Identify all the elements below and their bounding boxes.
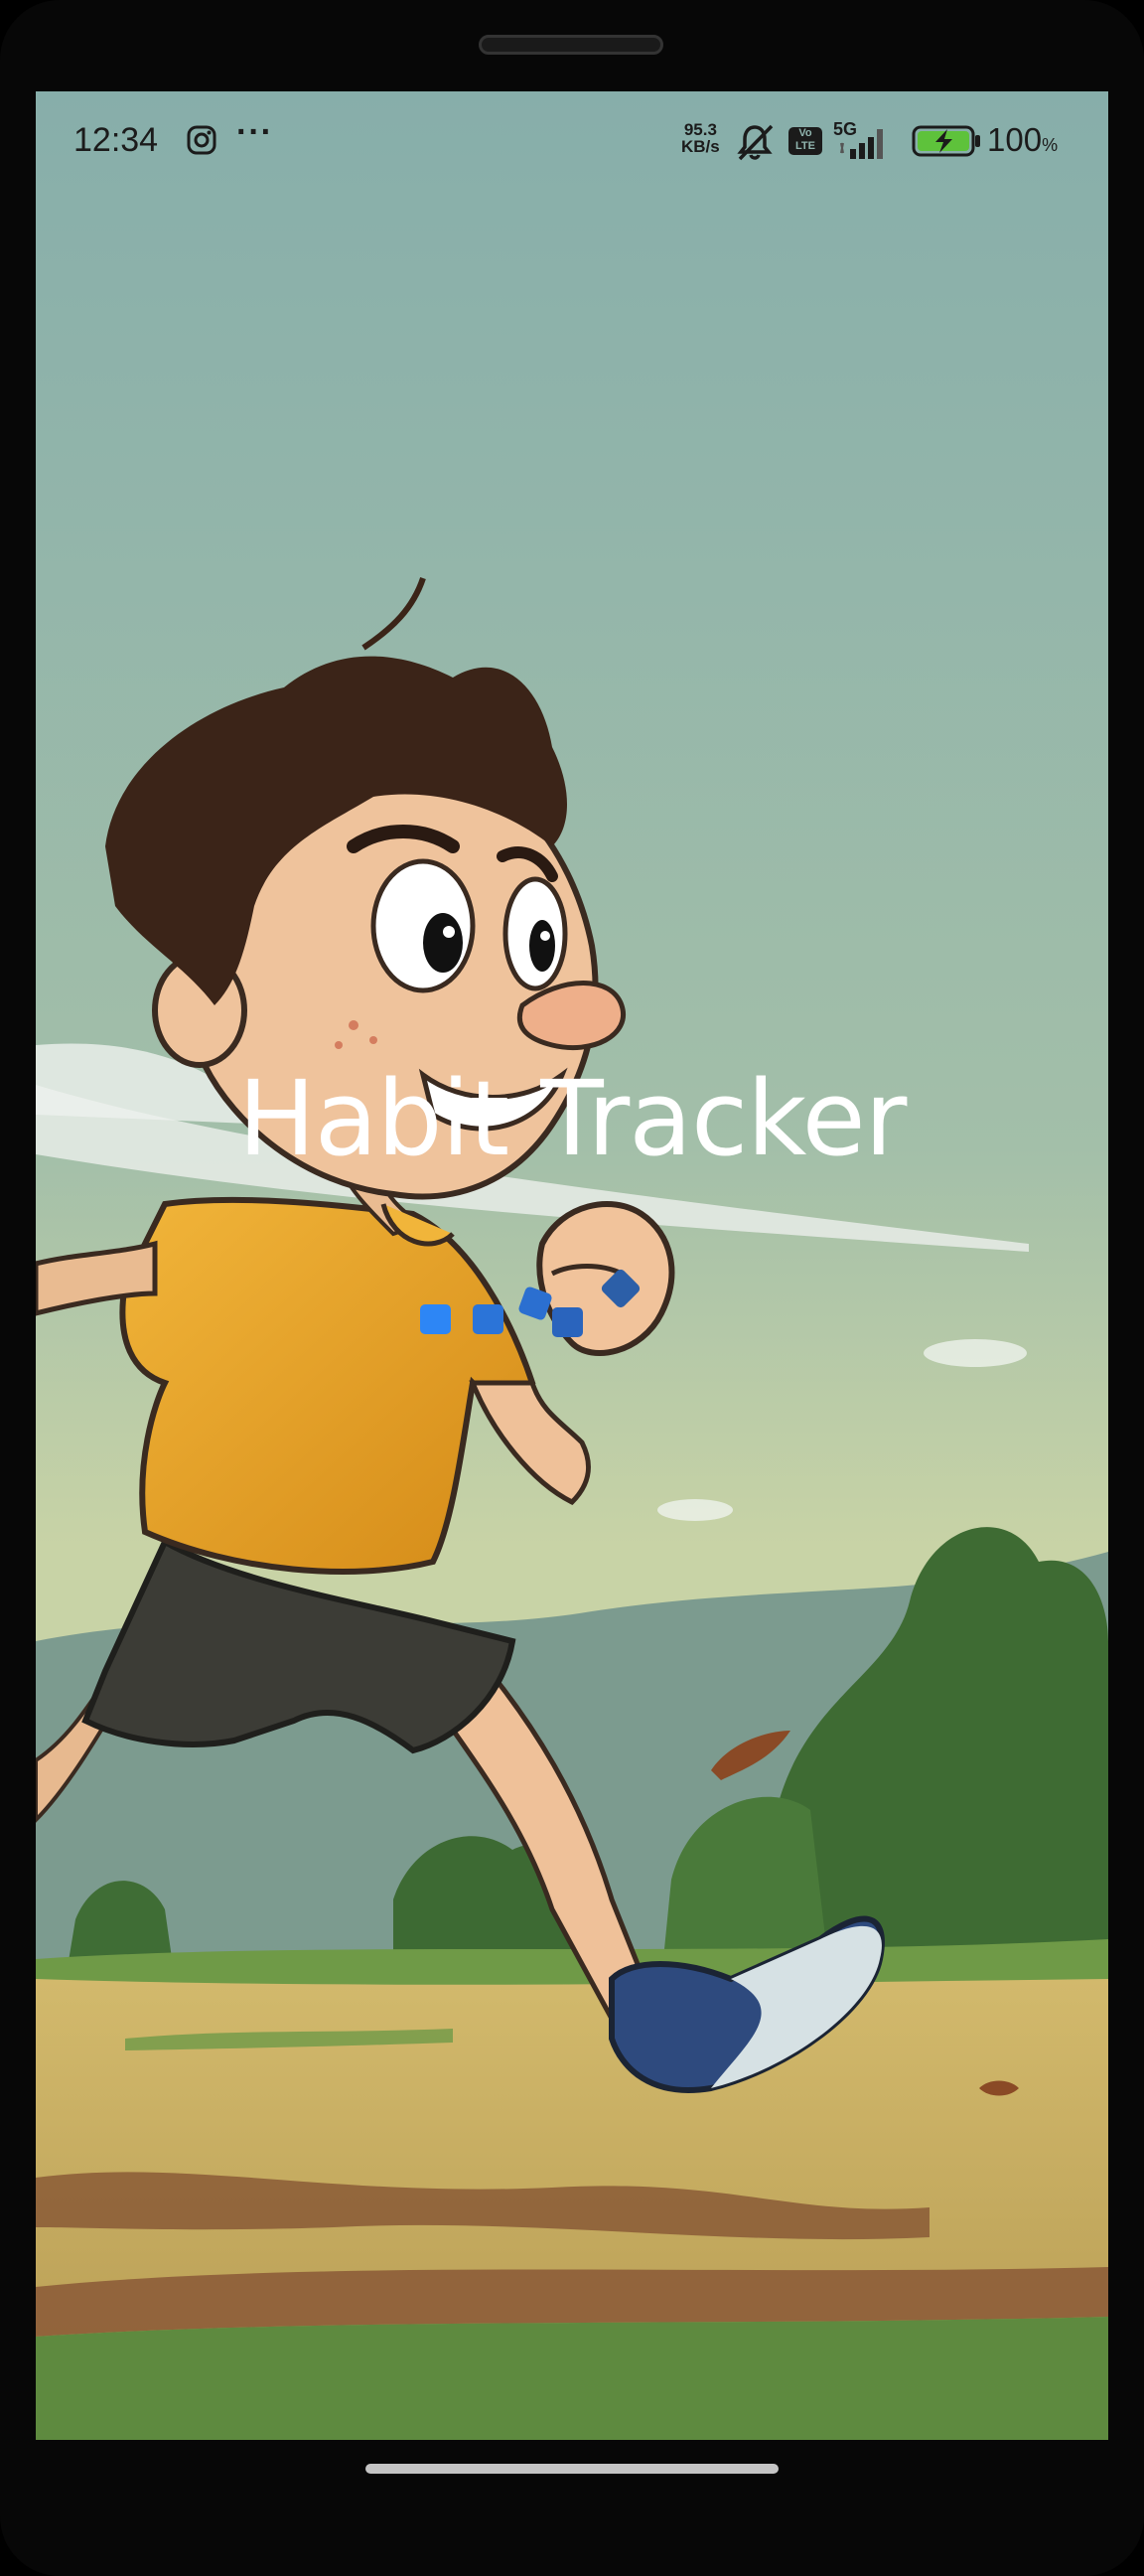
loader-dot-5 bbox=[601, 1269, 641, 1308]
loader-dot-3 bbox=[518, 1287, 552, 1320]
earpiece-speaker bbox=[479, 35, 663, 55]
loader-dot-2 bbox=[473, 1304, 503, 1334]
phone-frame: 12:34 ··· 95.3 KB/s Vo LTE 5G 100% Habit… bbox=[0, 0, 1144, 2576]
splash-screen: 12:34 ··· 95.3 KB/s Vo LTE 5G 100% Habit… bbox=[36, 91, 1108, 2440]
home-indicator[interactable] bbox=[365, 2464, 779, 2474]
loading-indicator bbox=[420, 1269, 641, 1337]
loader-dot-4 bbox=[552, 1307, 583, 1337]
loader-dot-1 bbox=[420, 1304, 451, 1334]
